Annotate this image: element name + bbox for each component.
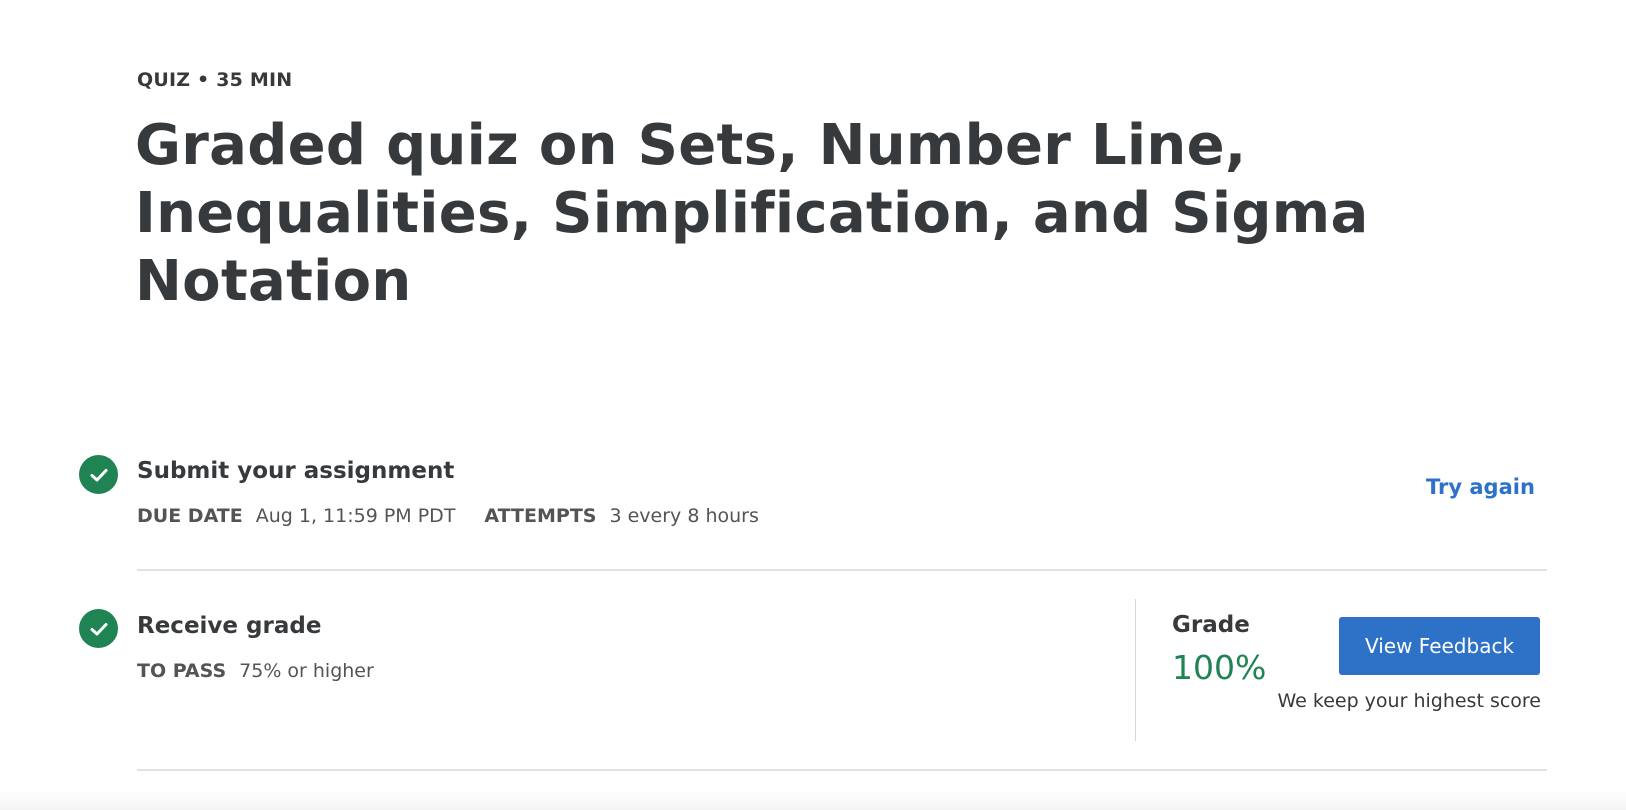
pass-details: TO PASS 75% or higher <box>137 660 403 682</box>
quiz-meta: QUIZ • 35 MIN <box>137 69 293 91</box>
view-feedback-button[interactable]: View Feedback <box>1339 617 1540 675</box>
submit-assignment-title: Submit your assignment <box>137 458 455 484</box>
attempts-label: ATTEMPTS <box>484 505 597 527</box>
section-divider <box>137 569 1547 571</box>
section-divider-bottom <box>137 769 1547 771</box>
check-circle-icon <box>79 609 118 648</box>
check-circle-icon <box>79 455 118 494</box>
submit-details: DUE DATE Aug 1, 11:59 PM PDT ATTEMPTS 3 … <box>137 505 788 527</box>
due-date-value: Aug 1, 11:59 PM PDT <box>255 505 456 527</box>
to-pass-value: 75% or higher <box>239 660 374 682</box>
grade-value: 100% <box>1172 648 1267 687</box>
receive-grade-title: Receive grade <box>137 613 322 639</box>
attempts-value: 3 every 8 hours <box>609 505 759 527</box>
to-pass-label: TO PASS <box>137 660 227 682</box>
highest-score-note: We keep your highest score <box>1277 690 1541 712</box>
due-date-label: DUE DATE <box>137 505 243 527</box>
page-bottom-edge <box>0 790 1626 810</box>
vertical-divider <box>1135 599 1136 741</box>
try-again-link[interactable]: Try again <box>1426 475 1535 499</box>
grade-label: Grade <box>1172 612 1250 638</box>
page-title: Graded quiz on Sets, Number Line, Inequa… <box>135 113 1369 314</box>
